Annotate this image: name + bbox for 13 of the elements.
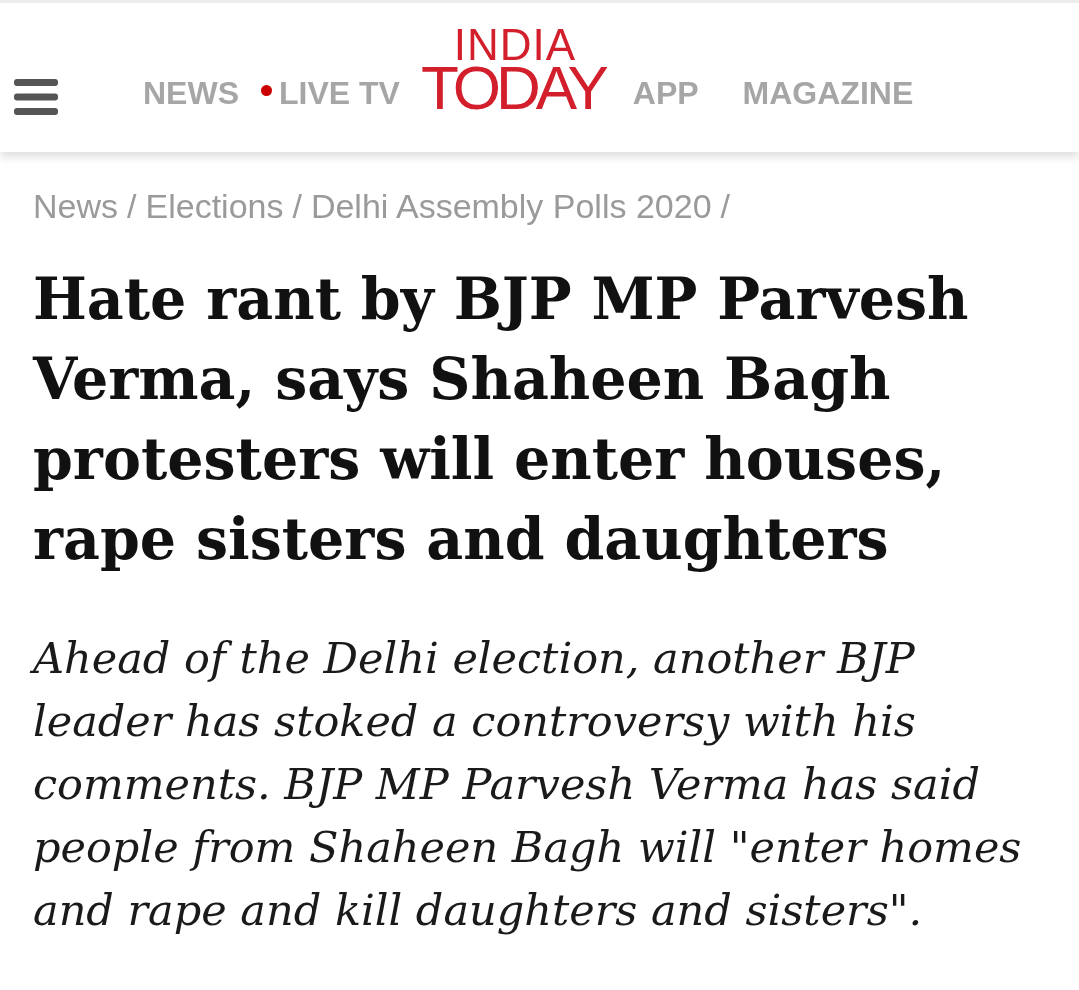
breadcrumb-link[interactable]: News (33, 184, 119, 228)
nav-link[interactable]: LIVE TV (261, 72, 400, 113)
breadcrumb-separator: / (720, 186, 730, 227)
nav-link[interactable]: NEWS (143, 72, 239, 113)
breadcrumb-link[interactable]: Elections (145, 184, 284, 228)
breadcrumb-separator: / (292, 186, 302, 227)
breadcrumb-separator: / (127, 186, 137, 227)
logo[interactable]: INDIA TODAY (420, 26, 609, 113)
nav-link[interactable]: MAGAZINE (742, 72, 914, 113)
nav-link[interactable]: APP (632, 72, 699, 113)
menu-icon[interactable] (14, 79, 58, 115)
headline: Hate rant by BJP MP Parvesh Verma, says Shaheen Bagh protesters will enter houses, rape sisters and daughters (33, 264, 970, 574)
breadcrumb-link[interactable]: Delhi Assembly Polls 2020 (310, 184, 712, 228)
